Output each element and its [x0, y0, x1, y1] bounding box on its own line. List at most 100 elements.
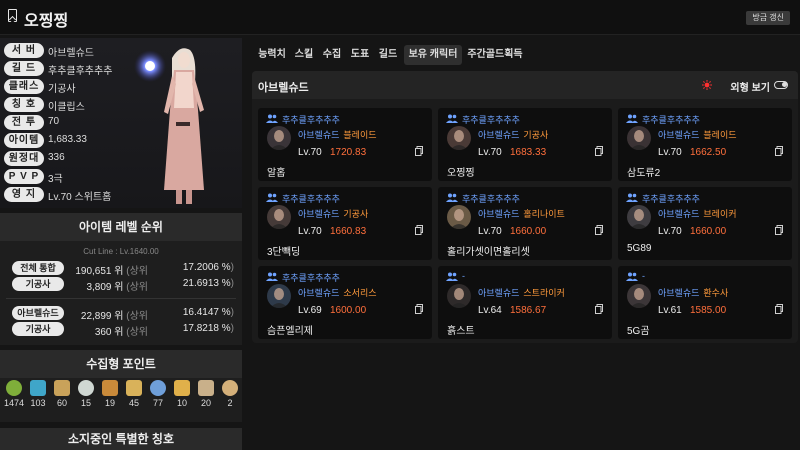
character-card[interactable]: 후추클후추추추 아브렐슈드 블레이드 Lv.70 1720.83 알홉 [258, 108, 432, 181]
collect-item[interactable]: 10 [170, 380, 194, 408]
guild-members-icon [446, 114, 458, 123]
collect-item[interactable]: 77 [146, 380, 170, 408]
tab-skills[interactable]: 스킬 [292, 45, 316, 65]
appearance-toggle[interactable] [774, 81, 788, 89]
character-level: Lv.64 [478, 305, 502, 316]
character-avatar [627, 284, 651, 308]
info-row-estate: 영 지 Lv.70 스위트홈 [4, 187, 111, 203]
rank-row: 아브렐슈드 22,899 위 (상위 16.4147 %) [0, 306, 242, 322]
collect-item[interactable]: 103 [26, 380, 50, 408]
star-icon [150, 380, 166, 396]
collect-value: 103 [30, 398, 46, 408]
server-class: 아브렐슈드 환수사 [658, 288, 729, 298]
guild-members-icon [266, 272, 278, 281]
info-value: 기공사 [48, 84, 76, 95]
sun-icon [174, 380, 190, 396]
copy-icon[interactable] [775, 146, 783, 156]
collect-item[interactable]: 2 [218, 380, 242, 408]
character-card[interactable]: 후추클후추추추 아브렐슈드 기공사 Lv.70 1660.83 3단빽딩 [258, 187, 432, 260]
info-label: 아이템 [4, 133, 44, 148]
rank-percent: 17.8218 %) [182, 323, 234, 334]
info-value: 아브렐슈드 [48, 48, 94, 59]
copy-icon[interactable] [415, 225, 423, 235]
character-level: Lv.70 [658, 226, 682, 237]
info-value: 이클립스 [48, 102, 85, 113]
copy-icon[interactable] [775, 304, 783, 314]
character-card[interactable]: 후추클후추추추 아브렐슈드 블레이드 Lv.70 1662.50 삼도류2 [618, 108, 792, 181]
character-card[interactable]: 후추클후추추추 아브렐슈드 기공사 Lv.70 1683.33 오찡찡 [438, 108, 612, 181]
rank-divider [6, 298, 236, 299]
info-label: P V P [4, 169, 44, 184]
character-name: 홀리가셋이면홀리셋 [447, 247, 530, 258]
copy-icon[interactable] [415, 304, 423, 314]
tab-collection[interactable]: 수집 [320, 45, 344, 65]
copy-icon[interactable] [775, 225, 783, 235]
rank-name: 기공사 [12, 322, 64, 336]
guild-members-icon [626, 272, 638, 281]
rank-position: 22,899 위 (상위 [80, 311, 148, 322]
server-class: 아브렐슈드 소서리스 [298, 288, 377, 298]
copy-icon[interactable] [595, 304, 603, 314]
character-name: 5G곰 [627, 326, 650, 337]
refresh-button[interactable]: 방금 갱신 [746, 11, 790, 25]
collect-value: 2 [227, 398, 233, 408]
character-card[interactable]: 후추클후추추추 아브렐슈드 소서리스 Lv.69 1600.00 슴픈엘리제 [258, 266, 432, 339]
item-level: 1660.83 [330, 226, 367, 237]
character-card[interactable]: 후추클후추추추 아브렐슈드 홀리나이트 Lv.70 1660.00 홀리가셋이면홀리셋 [438, 187, 612, 260]
info-label: 전 투 [4, 115, 44, 130]
character-avatar [627, 205, 651, 229]
character-level: Lv.70 [478, 226, 502, 237]
character-level: Lv.61 [658, 305, 682, 316]
character-name: 삼도류2 [627, 168, 661, 179]
rank-name: 전체 통합 [12, 261, 64, 275]
character-card[interactable]: - 아브렐슈드 환수사 Lv.61 1585.00 5G곰 [618, 266, 792, 339]
collect-value: 20 [200, 398, 211, 408]
item-level-rank-panel: 아이템 레벨 순위 Cut Line : Lv.1640.00 전체 통합 19… [0, 213, 242, 345]
tab-guild[interactable]: 길드 [376, 45, 400, 65]
collect-item[interactable]: 20 [194, 380, 218, 408]
item-level: 1662.50 [690, 147, 727, 158]
rank-position: 360 위 (상위 [94, 327, 148, 338]
rank-percent: 16.4147 %) [182, 307, 234, 318]
info-row-combat: 전 투 70 [4, 115, 59, 131]
server-class: 아브렐슈드 스트라이커 [478, 288, 565, 298]
seed-icon [6, 380, 22, 396]
tab-weekly-gold[interactable]: 주간골드획득 [466, 45, 524, 65]
rank-row: 전체 통합 190,651 위 (상위 17.2006 %) [0, 261, 242, 277]
collect-item[interactable]: 1474 [2, 380, 26, 408]
character-level: Lv.69 [298, 305, 322, 316]
character-avatar [267, 126, 291, 150]
server-class: 아브렐슈드 홀리나이트 [478, 209, 565, 219]
collect-value: 15 [80, 398, 91, 408]
character-level: Lv.70 [298, 226, 322, 237]
collect-item[interactable]: 60 [50, 380, 74, 408]
character-card[interactable]: 후추클후추추추 아브렐슈드 브레이커 Lv.70 1660.00 5G89 [618, 187, 792, 260]
collect-value: 60 [56, 398, 67, 408]
bookmark-icon[interactable] [8, 9, 17, 22]
copy-icon[interactable] [595, 225, 603, 235]
guild-members-icon [626, 193, 638, 202]
mokoko-icon [78, 380, 94, 396]
info-row-guild: 길 드 후추클후추추추 [4, 61, 112, 77]
guild-name: - [642, 271, 645, 281]
tab-stats[interactable]: 능력치 [256, 45, 288, 65]
rank-row: 기공사 3,809 위 (상위 21.6913 %) [0, 277, 242, 293]
copy-icon[interactable] [415, 146, 423, 156]
rank-percent: 21.6913 %) [182, 278, 234, 289]
info-row-expedition: 원정대 336 [4, 151, 65, 167]
character-avatar [627, 126, 651, 150]
collect-item[interactable]: 19 [98, 380, 122, 408]
copy-icon[interactable] [595, 146, 603, 156]
collect-value: 10 [176, 398, 187, 408]
guild-name: - [462, 271, 465, 281]
item-level: 1600.00 [330, 305, 367, 316]
collect-item[interactable]: 45 [122, 380, 146, 408]
item-level: 1683.33 [510, 147, 547, 158]
sun-icon [702, 80, 712, 90]
tab-chart[interactable]: 도표 [348, 45, 372, 65]
collectible-points-panel: 수집형 포인트 1474 103 60 15 19 45 77 10 20 2 [0, 350, 242, 422]
character-card[interactable]: - 아브렐슈드 스트라이커 Lv.64 1586.67 흙스트 [438, 266, 612, 339]
collect-item[interactable]: 15 [74, 380, 98, 408]
tab-owned-characters[interactable]: 보유 캐릭터 [404, 45, 462, 65]
guild-name: 후추클후추추추 [462, 115, 520, 125]
